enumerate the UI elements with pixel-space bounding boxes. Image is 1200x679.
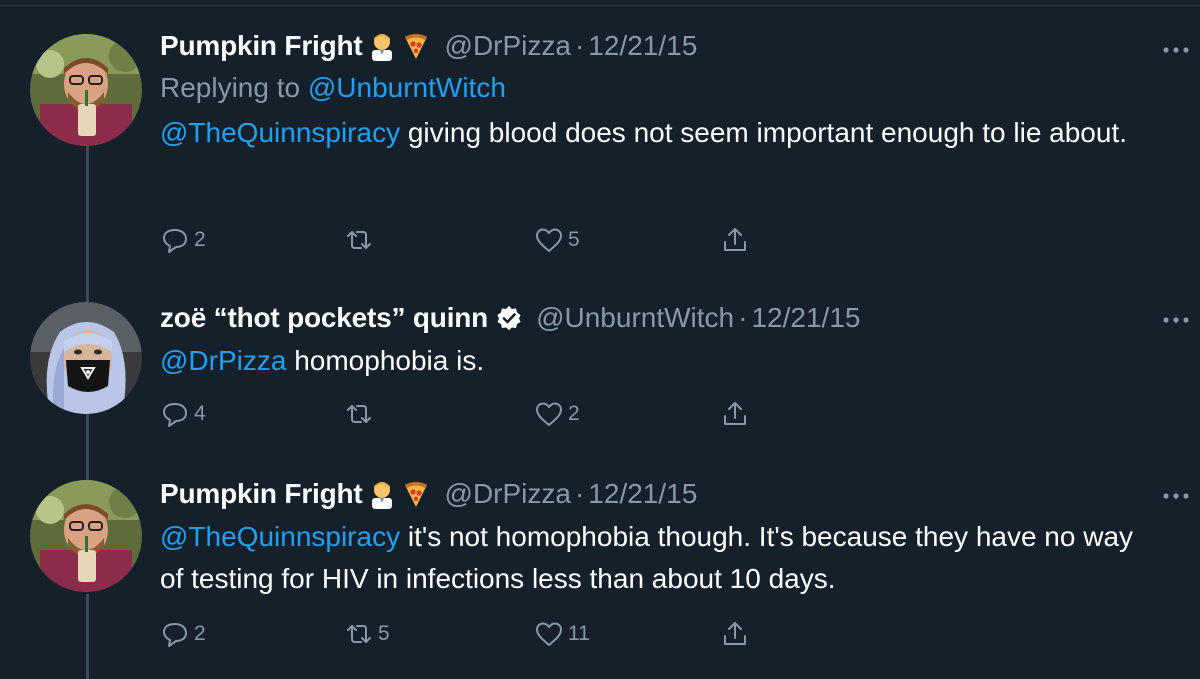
more-options-icon[interactable] [1156,308,1196,332]
reply-icon [163,229,187,253]
thread-connector [86,594,89,679]
heart-icon [536,228,562,252]
avatar-photo [30,302,142,414]
like-count: 11 [568,622,590,645]
tweet-header: zoë “thot pockets” quinn @UnburntWitch ·… [160,298,1160,338]
pizza-emoji [401,31,431,61]
mention-link[interactable]: @TheQuinnspiracy [160,521,400,552]
tweet-text: @TheQuinnspiracy it's not homophobia tho… [160,516,1160,600]
handle[interactable]: @DrPizza [445,478,571,510]
handle[interactable]: @UnburntWitch [536,302,734,334]
tweet-header: Pumpkin Fright @DrPizza · 12/21/15 [160,26,1160,66]
avatar[interactable] [30,302,142,414]
like-button[interactable]: 2 [534,398,580,430]
heart-icon [536,622,562,646]
reply-count: 2 [194,622,206,645]
display-name[interactable]: Pumpkin Fright [160,30,363,62]
separator: · [574,478,585,509]
reply-button[interactable]: 2 [160,224,206,256]
man-health-worker-emoji [367,31,397,61]
reply-to-mention[interactable]: @UnburntWitch [308,72,506,103]
reply-button[interactable]: 4 [160,398,206,430]
display-name[interactable]: Pumpkin Fright [160,478,363,510]
tweet-text: @DrPizza homophobia is. [160,340,1160,382]
thread-connector [86,414,89,480]
tweet-body: giving blood does not seem important eno… [400,117,1128,148]
tweet-thread: Pumpkin Fright @DrPizza · 12/21/15 Reply… [0,0,1200,679]
tweet-text: @TheQuinnspiracy giving blood does not s… [160,112,1160,154]
share-button[interactable] [720,618,750,650]
separator: · [738,302,748,333]
pizza-emoji [401,479,431,509]
retweet-count: 5 [378,622,390,645]
reply-icon [163,623,187,647]
handle[interactable]: @DrPizza [445,30,571,62]
timestamp[interactable]: 12/21/15 [588,478,697,510]
tweet-body: homophobia is. [286,345,485,376]
man-health-worker-emoji [367,479,397,509]
heart-icon [536,402,562,426]
more-options-icon[interactable] [1156,38,1196,62]
avatar-photo [30,480,142,592]
like-button[interactable]: 11 [534,618,590,650]
thread-connector [86,146,89,302]
retweet-icon [347,405,371,423]
retweet-button[interactable] [344,224,378,256]
timestamp[interactable]: 12/21/15 [588,30,697,62]
share-icon [724,402,746,425]
avatar-photo [30,34,142,146]
like-button[interactable]: 5 [534,224,580,256]
tweet-header: Pumpkin Fright @DrPizza · 12/21/15 [160,474,1160,514]
share-icon [724,622,746,645]
more-options-icon[interactable] [1156,484,1196,508]
retweet-button[interactable] [344,398,378,430]
avatar[interactable] [30,34,142,146]
like-count: 2 [568,402,580,425]
verified-badge-icon [496,305,522,331]
like-count: 5 [568,228,580,251]
mention-link[interactable]: @DrPizza [160,345,286,376]
reply-count: 4 [194,402,206,425]
top-divider [0,0,1200,6]
separator: · [574,30,585,61]
mention-link[interactable]: @TheQuinnspiracy [160,117,400,148]
reply-button[interactable]: 2 [160,618,206,650]
timestamp[interactable]: 12/21/15 [751,302,860,334]
avatar[interactable] [30,480,142,592]
share-button[interactable] [720,224,750,256]
share-button[interactable] [720,398,750,430]
reply-icon [163,403,187,427]
retweet-button[interactable]: 5 [344,618,390,650]
replying-to: Replying to @UnburntWitch [160,66,1160,110]
share-icon [724,228,746,251]
reply-count: 2 [194,228,206,251]
retweet-icon [347,625,371,643]
replying-to-label: Replying to [160,72,301,103]
retweet-icon [347,231,371,249]
display-name[interactable]: zoë “thot pockets” quinn [160,302,488,334]
